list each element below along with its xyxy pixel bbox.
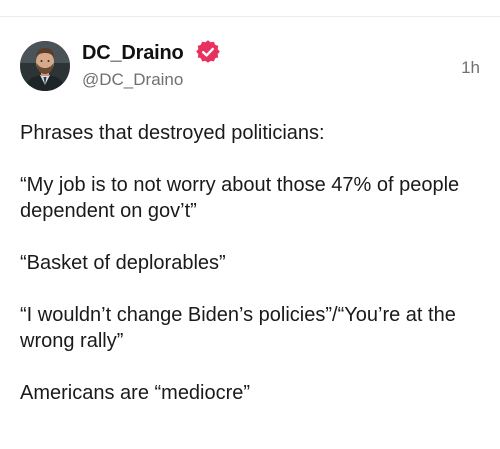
post-text: Phrases that destroyed politicians: “My …: [20, 120, 485, 406]
author-name[interactable]: DC_Draino: [82, 42, 184, 65]
profile-photo-icon: [20, 41, 70, 91]
timestamp[interactable]: 1h: [461, 58, 480, 78]
post-line: “I wouldn’t change Biden’s policies”/“Yo…: [20, 304, 456, 352]
verified-badge-icon: [196, 40, 220, 64]
post-line: “My job is to not worry about those 47% …: [20, 174, 460, 222]
post-line: Americans are “mediocre”: [20, 382, 251, 404]
author-handle[interactable]: @DC_Draino: [82, 70, 183, 90]
post-line: “Basket of deplorables”: [20, 252, 226, 274]
post-card: DC_Draino @DC_Draino 1h Phrases that des…: [0, 0, 500, 449]
post-line: Phrases that destroyed politicians:: [20, 122, 325, 144]
avatar[interactable]: [20, 41, 70, 91]
